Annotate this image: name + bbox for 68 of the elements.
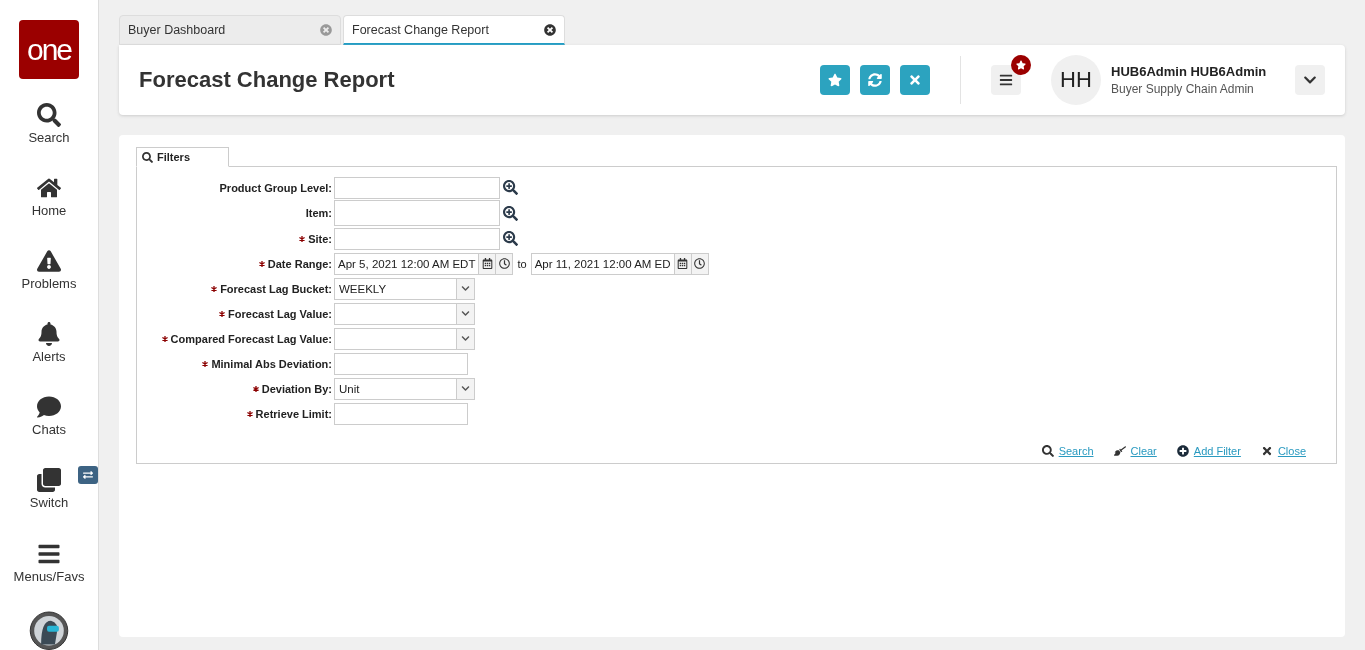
warning-icon <box>37 249 61 274</box>
calendar-icon[interactable] <box>673 253 691 274</box>
field-label: Site: <box>308 232 332 245</box>
sidebar-item[interactable]: Home <box>31 176 67 250</box>
refresh-button[interactable] <box>860 65 890 95</box>
close-button[interactable] <box>900 65 930 95</box>
sidebar-item[interactable]: Alerts <box>32 322 66 396</box>
avatar-icon[interactable] <box>29 610 69 650</box>
tab[interactable]: Buyer Dashboard <box>119 15 341 45</box>
zoom-in-icon[interactable] <box>503 180 518 195</box>
tab[interactable]: Forecast Change Report <box>343 15 565 45</box>
close-icon[interactable] <box>544 23 556 36</box>
sidebar-item[interactable]: Menus/Favs <box>13 541 85 615</box>
dropdown-field[interactable]: WEEKLY <box>334 277 475 300</box>
close-icon <box>1260 445 1273 457</box>
lookup-field[interactable] <box>334 227 500 250</box>
range-separator: to <box>517 257 527 270</box>
broom-icon <box>1113 445 1126 457</box>
field-label: Date Range: <box>267 257 332 270</box>
search-icon <box>37 103 61 128</box>
close-icon <box>908 73 922 87</box>
zoom-in-icon[interactable] <box>503 205 518 221</box>
logo[interactable]: one <box>19 20 79 80</box>
refresh-icon <box>868 73 882 87</box>
field-label: Forecast Lag Value: <box>228 307 332 320</box>
chevron-icon <box>456 303 474 324</box>
chat-bubble-icon <box>37 395 61 420</box>
search-icon <box>1041 445 1054 457</box>
star-badge-icon <box>1011 55 1031 75</box>
text-field[interactable] <box>334 352 468 375</box>
search-icon <box>142 151 153 163</box>
field-label: Retrieve Limit: <box>255 407 332 420</box>
page-title: Forecast Change Report <box>139 67 396 93</box>
lookup-field[interactable] <box>334 176 500 199</box>
field-label: Item: <box>305 207 332 219</box>
favorite-button[interactable] <box>820 65 850 95</box>
filters-tab[interactable]: Filters <box>136 147 229 167</box>
calendar-icon[interactable] <box>478 253 496 274</box>
chevron-icon <box>456 378 474 399</box>
lookup-field[interactable] <box>334 200 500 226</box>
bell-icon <box>37 322 61 347</box>
windows-icon <box>37 468 61 493</box>
field-label: Product Group Level: <box>219 181 332 194</box>
chevron-icon <box>456 278 474 299</box>
star-icon <box>828 73 842 87</box>
menu-icon <box>999 73 1013 87</box>
user-avatar[interactable]: HH <box>1051 55 1101 105</box>
sidebar-item[interactable]: Switch <box>29 468 69 542</box>
swap-icon[interactable] <box>77 466 98 485</box>
field-label: Minimal Abs Deviation: <box>211 357 332 370</box>
dropdown-field[interactable] <box>334 327 475 350</box>
sidebar-item[interactable]: Chats <box>32 395 66 469</box>
field-label: Forecast Lag Bucket: <box>220 282 332 295</box>
date-field[interactable]: Apr 5, 2021 12:00 AM EDT <box>334 252 514 275</box>
field-label: Compared Forecast Lag Value: <box>170 332 332 345</box>
zoom-in-icon[interactable] <box>503 231 518 246</box>
dropdown-field[interactable]: Unit <box>334 377 475 400</box>
user-name: HUB6Admin HUB6Admin <box>1111 64 1268 79</box>
chevron-icon <box>456 328 474 349</box>
clock-icon[interactable] <box>495 253 513 274</box>
field-label: Deviation By: <box>261 382 332 395</box>
sidebar-item[interactable]: Problems <box>21 249 77 323</box>
date-field[interactable]: Apr 11, 2021 12:00 AM ED <box>530 252 709 275</box>
dropdown-field[interactable] <box>334 302 475 325</box>
text-field[interactable] <box>334 402 468 425</box>
chevron-button[interactable] <box>1295 65 1325 95</box>
user-role: Buyer Supply Chain Admin <box>1111 82 1255 96</box>
sidebar-item[interactable]: Search <box>28 103 70 177</box>
